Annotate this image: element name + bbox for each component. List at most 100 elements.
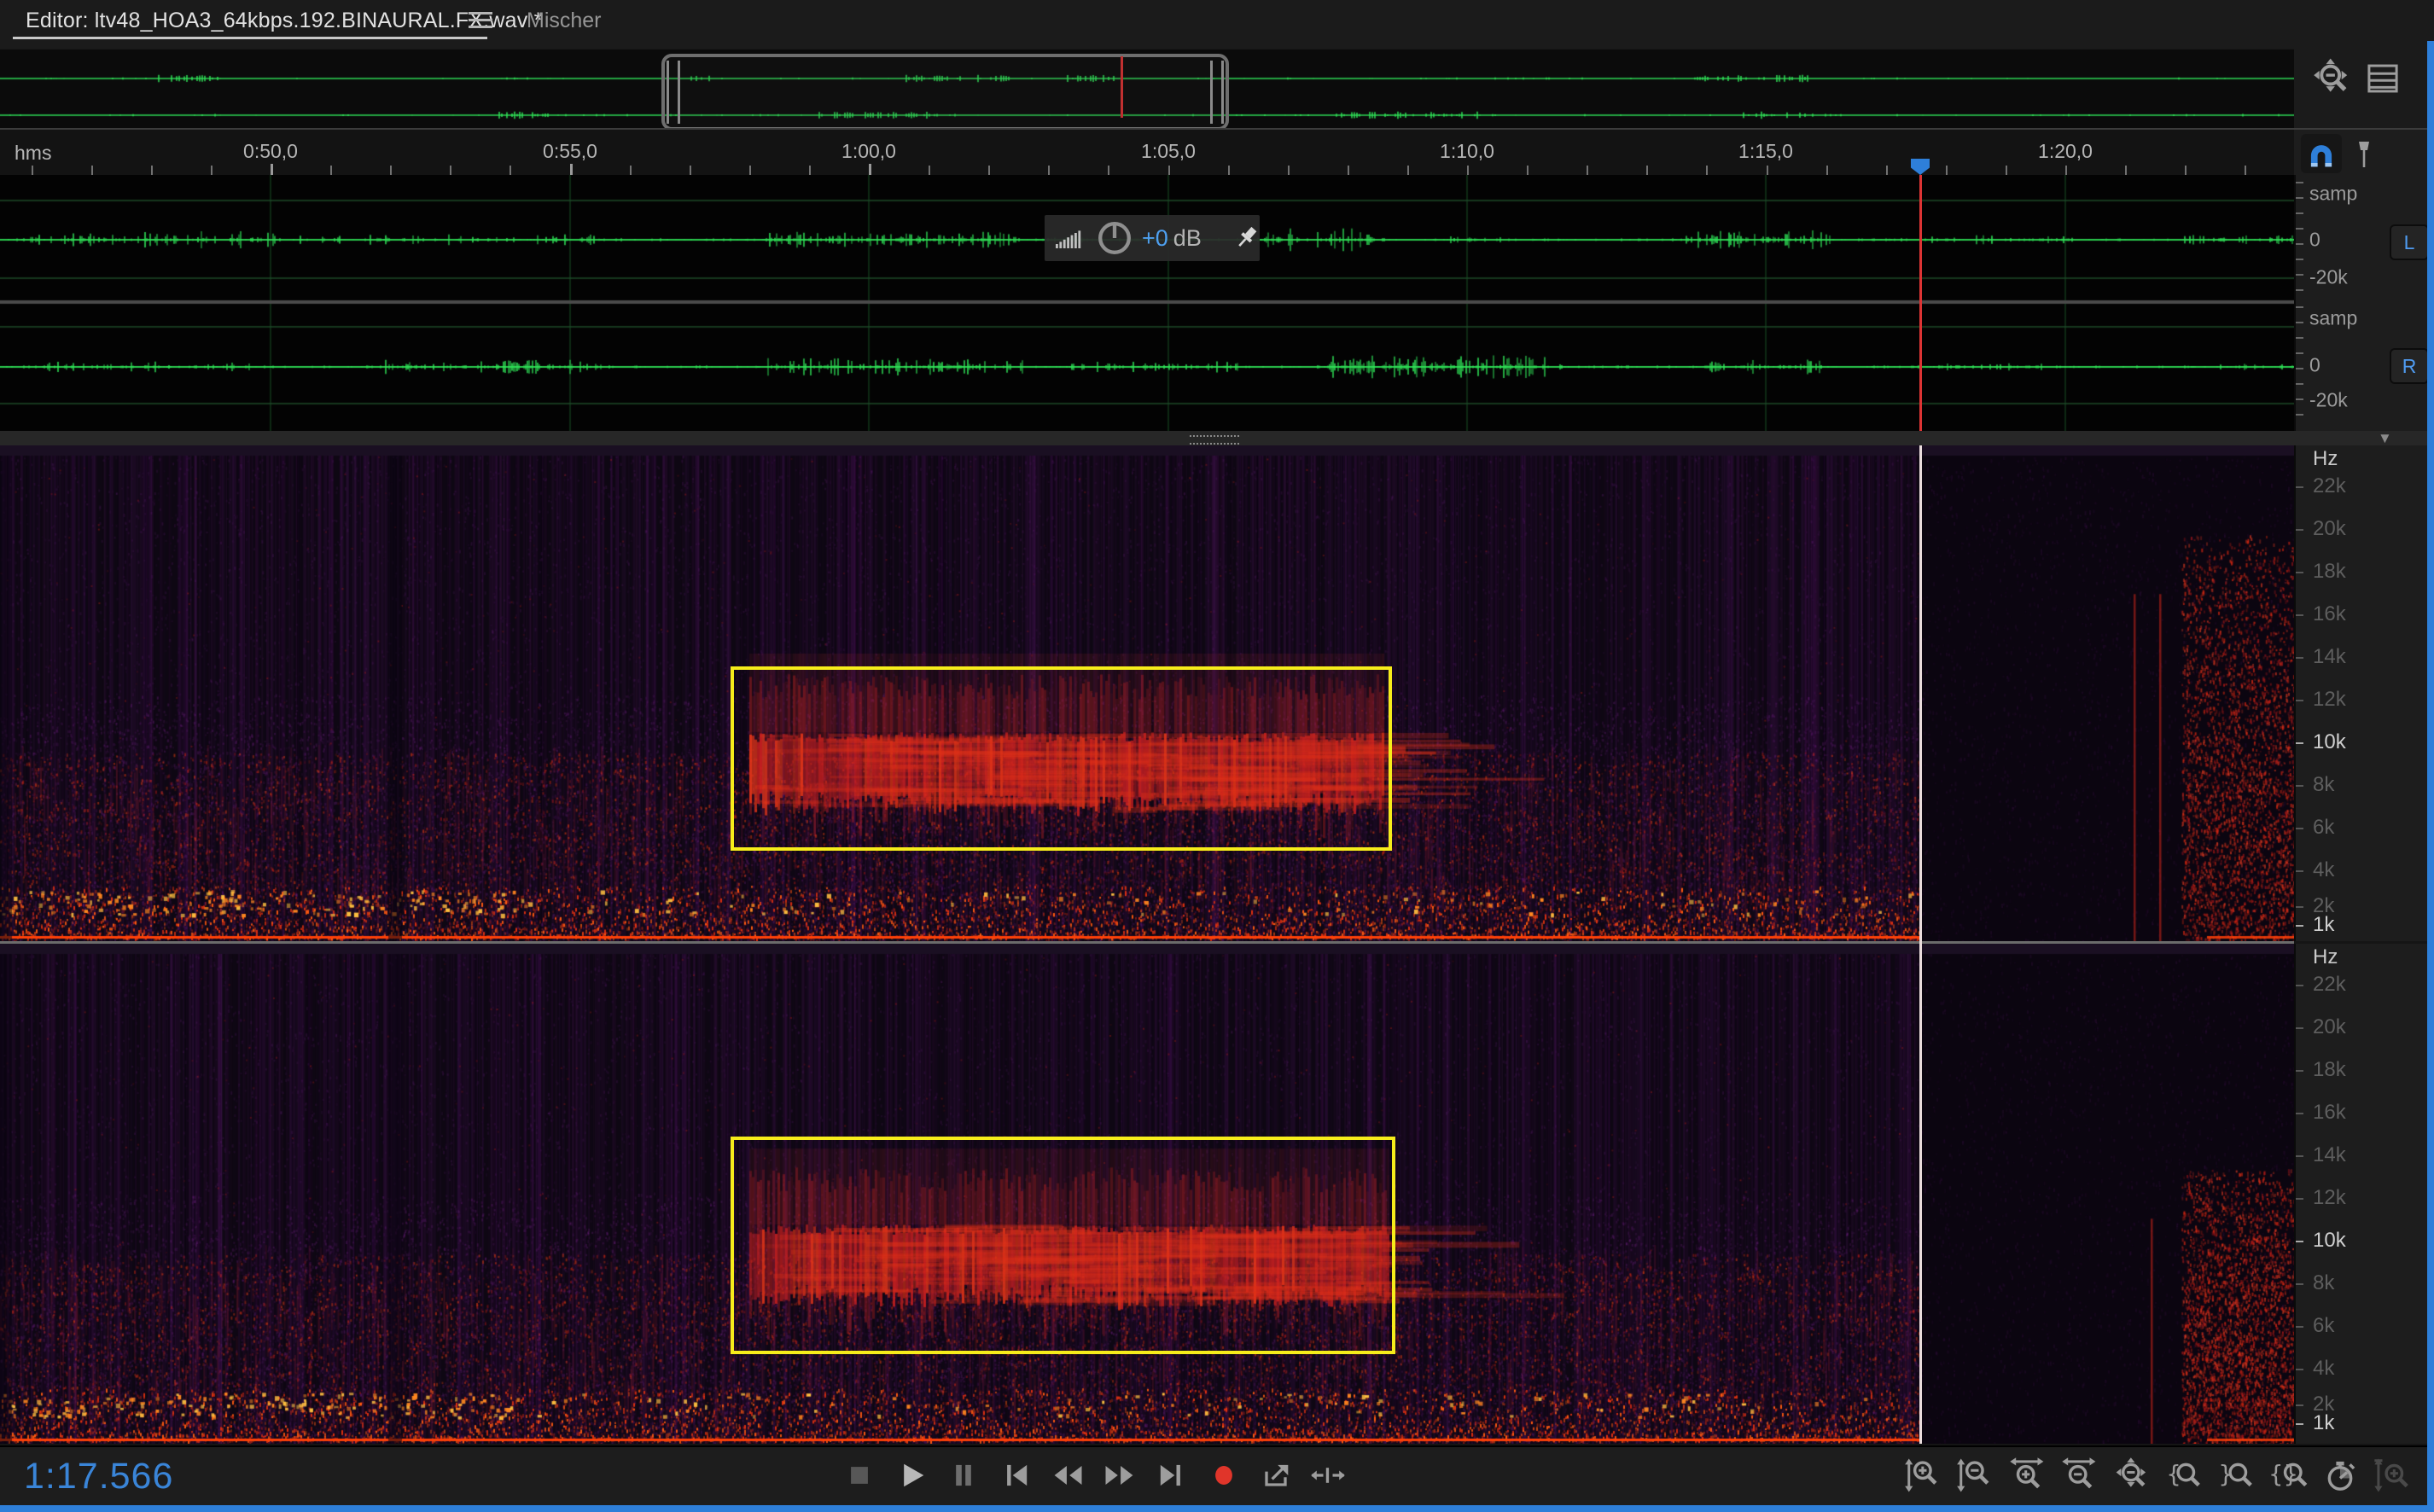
record-button[interactable] — [1202, 1454, 1245, 1497]
zoom-selection-button[interactable]: {} — [2266, 1454, 2310, 1497]
timeline-ruler[interactable]: hms 0:50,0 0:55,0 1:00,0 1:05,0 1:10,0 1:15,0… — [0, 128, 2434, 177]
active-tab-underline — [13, 37, 487, 39]
stop-button[interactable] — [838, 1454, 881, 1497]
view-splitter[interactable]: ▼ — [0, 431, 2434, 445]
scale-tick-label: -20k — [2309, 266, 2348, 289]
ruler-time-label: 1:05,0 — [1141, 140, 1196, 163]
ruler-time-label: 1:20,0 — [2038, 140, 2093, 163]
splitter-grip-icon[interactable] — [1190, 435, 1239, 445]
gain-unit: dB — [1173, 225, 1202, 252]
channel-L-button[interactable]: L — [2390, 224, 2429, 260]
playhead-line[interactable] — [1919, 175, 1922, 431]
navigate-zoom-button[interactable] — [2110, 1454, 2154, 1497]
freq-tick-label: 16k — [2313, 1101, 2346, 1125]
panel-menu-icon[interactable] — [469, 12, 492, 29]
navigate-zoom-icon[interactable] — [2309, 56, 2354, 101]
freq-tick-label: 20k — [2313, 517, 2346, 541]
scale-tick-label: 0 — [2309, 354, 2320, 377]
panel-focus-border — [2427, 41, 2434, 1512]
freq-tick-label: 10k — [2313, 730, 2346, 754]
spectral-selection-box[interactable] — [731, 1137, 1395, 1354]
skip-to-start-button[interactable] — [994, 1454, 1037, 1497]
pin-icon[interactable] — [1229, 221, 1263, 255]
amplitude-scale: samp 0 -20k Lsamp 0 -20k R — [2294, 175, 2429, 431]
magnet-snap-button[interactable] — [2301, 134, 2342, 173]
skip-to-end-button[interactable] — [1150, 1454, 1193, 1497]
scale-tick-label: -20k — [2309, 389, 2348, 412]
freq-tick-label: 20k — [2313, 1015, 2346, 1039]
scale-unit-label: samp — [2309, 307, 2357, 330]
zoom-out-horizontal-button[interactable] — [2058, 1454, 2102, 1497]
waveform-display[interactable] — [0, 175, 2294, 431]
zoom-in-point-button[interactable]: { — [2162, 1454, 2206, 1497]
zoom-in-full-button — [2370, 1454, 2414, 1497]
zoom-in-horizontal-button[interactable] — [2006, 1454, 2050, 1497]
ruler-time-label: 0:50,0 — [243, 140, 298, 163]
freq-tick-label: 18k — [2313, 560, 2346, 584]
freq-tick-label: 14k — [2313, 1143, 2346, 1167]
playhead-line-spectral[interactable] — [1919, 445, 1922, 1444]
tab-mixer[interactable]: Mischer — [527, 0, 602, 41]
spectral-selection-box[interactable] — [731, 666, 1392, 851]
freq-tick-label: 1k — [2313, 1411, 2334, 1435]
rewind-button[interactable] — [1046, 1454, 1089, 1497]
frequency-scale-left: Hz22k20k18k16k14k12k10k8k6k4k2k1k — [2294, 445, 2429, 941]
tab-bar: Editor: ltv48_HOA3_64kbps.192.BINAURAL.F… — [0, 0, 2434, 41]
overview-navigator[interactable] — [0, 41, 2434, 128]
play-button[interactable] — [890, 1454, 933, 1497]
pause-button[interactable] — [942, 1454, 985, 1497]
current-time-display[interactable]: 1:17.566 — [24, 1456, 173, 1497]
loop-playback-button[interactable] — [1255, 1454, 1297, 1497]
freq-tick-label: 4k — [2313, 858, 2334, 882]
scale-tick-label: 0 — [2309, 229, 2320, 252]
overview-playhead — [1121, 56, 1123, 118]
mixer-tab-title: Mischer — [527, 9, 602, 33]
scale-unit-label: samp — [2309, 183, 2357, 206]
freq-tick-label: 22k — [2313, 973, 2346, 997]
editor-tab-title: Editor: ltv48_HOA3_64kbps.192.BINAURAL.F… — [26, 9, 543, 33]
freq-tick-label: 10k — [2313, 1229, 2346, 1253]
scroll-down-icon[interactable]: ▼ — [2378, 430, 2392, 447]
gain-value[interactable]: +0 — [1142, 225, 1168, 252]
freq-tick-label: 8k — [2313, 773, 2334, 797]
freq-unit-label: Hz — [2313, 945, 2338, 969]
channel-R-button[interactable]: R — [2390, 348, 2429, 384]
panel-focus-border — [0, 1505, 2434, 1512]
freq-tick-label: 6k — [2313, 1314, 2334, 1338]
viewport-right-handle[interactable] — [1210, 61, 1224, 124]
freq-tick-label: 12k — [2313, 688, 2346, 712]
marker-pin-icon[interactable] — [2347, 135, 2381, 172]
viewport-left-handle[interactable] — [667, 61, 680, 124]
freq-tick-label: 14k — [2313, 645, 2346, 669]
ruler-time-label: 0:55,0 — [543, 140, 597, 163]
zoom-out-vertical-button[interactable] — [1954, 1454, 1998, 1497]
freq-tick-label: 12k — [2313, 1186, 2346, 1210]
freq-tick-label: 4k — [2313, 1357, 2334, 1381]
timed-record-button[interactable] — [2318, 1454, 2362, 1497]
magnet-snap-icon — [2303, 135, 2340, 172]
overview-viewport[interactable] — [661, 54, 1229, 131]
zoom-out-point-button[interactable]: } — [2214, 1454, 2258, 1497]
ruler-unit-label: hms — [15, 142, 51, 165]
knob-icon[interactable] — [1094, 218, 1135, 259]
ruler-right-tools — [2294, 130, 2427, 177]
freq-tick-label: 18k — [2313, 1058, 2346, 1082]
fast-forward-button[interactable] — [1098, 1454, 1141, 1497]
freq-tick-label: 16k — [2313, 602, 2346, 626]
volume-bars-icon — [1051, 221, 1087, 255]
status-bar: 1:17.566 {}{} — [0, 1445, 2434, 1507]
tab-editor[interactable]: Editor: ltv48_HOA3_64kbps.192.BINAURAL.F… — [0, 0, 543, 41]
ruler-time-label: 1:00,0 — [841, 140, 896, 163]
freq-tick-label: 22k — [2313, 474, 2346, 498]
ruler-time-label: 1:15,0 — [1738, 140, 1793, 163]
panel-rows-icon[interactable] — [2361, 56, 2405, 101]
freq-tick-label: 1k — [2313, 913, 2334, 937]
freq-tick-label: 8k — [2313, 1271, 2334, 1295]
freq-unit-label: Hz — [2313, 447, 2338, 471]
gain-hud[interactable]: +0 dB — [1045, 215, 1260, 261]
freq-tick-label: 6k — [2313, 816, 2334, 840]
ruler-time-label: 1:10,0 — [1440, 140, 1494, 163]
frequency-scale-right: Hz22k20k18k16k14k12k10k8k6k4k2k1k — [2294, 944, 2429, 1444]
zoom-in-vertical-button[interactable] — [1901, 1454, 1946, 1497]
skip-selection-button[interactable] — [1307, 1454, 1349, 1497]
